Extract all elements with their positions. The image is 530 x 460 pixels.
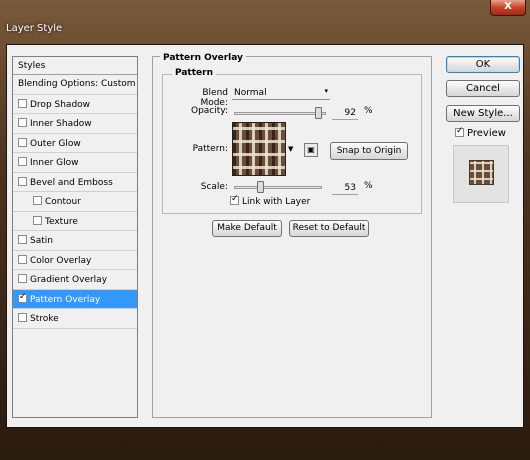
close-button[interactable]: X — [490, 0, 526, 16]
snap-to-origin-button[interactable]: Snap to Origin — [330, 142, 408, 160]
scale-input[interactable]: 53 — [332, 181, 358, 195]
title-bar[interactable]: Layer Style — [0, 18, 530, 40]
style-item-pattern-overlay[interactable]: Pattern Overlay — [13, 289, 137, 309]
styles-list: Styles Blending Options: Custom Drop Sha… — [12, 56, 138, 418]
opacity-input[interactable]: 92 — [332, 106, 358, 120]
style-checkbox[interactable] — [18, 157, 27, 166]
style-checkbox[interactable] — [18, 176, 27, 186]
ok-button[interactable]: OK — [446, 56, 520, 73]
style-checkbox[interactable] — [18, 254, 27, 264]
blending-options-item[interactable]: Blending Options: Custom — [13, 75, 137, 95]
preview-option[interactable]: Preview — [455, 126, 506, 139]
blend-mode-label: Blend Mode: — [200, 88, 228, 108]
style-checkbox[interactable] — [18, 98, 27, 108]
link-with-layer-checkbox[interactable] — [230, 194, 239, 205]
style-item-label: Stroke — [30, 314, 59, 324]
preview-checkbox[interactable] — [455, 126, 464, 137]
window-title: Layer Style — [6, 23, 63, 34]
pattern-swatch[interactable] — [232, 122, 286, 176]
style-item-inner-shadow[interactable]: Inner Shadow — [13, 114, 137, 134]
cancel-button[interactable]: Cancel — [446, 80, 520, 97]
style-item-label: Gradient Overlay — [30, 275, 108, 285]
style-item-label: Contour — [45, 197, 81, 207]
style-checkbox[interactable] — [33, 215, 42, 225]
pattern-overlay-title: Pattern Overlay — [160, 53, 246, 63]
style-checkbox[interactable] — [18, 137, 27, 147]
style-item-label: Texture — [45, 216, 78, 227]
style-item-label: Bevel and Emboss — [30, 177, 113, 188]
blend-mode-select[interactable]: Normal ▾ — [232, 86, 330, 100]
style-item-gradient-overlay[interactable]: Gradient Overlay — [13, 270, 137, 290]
style-item-label: Inner Shadow — [30, 119, 92, 129]
style-item-label: Color Overlay — [30, 255, 92, 266]
style-checkbox[interactable] — [18, 292, 27, 303]
preview-label: Preview — [467, 128, 506, 139]
preview-sample — [469, 160, 494, 185]
opacity-unit: % — [364, 106, 373, 116]
new-preset-icon[interactable]: ▣ — [304, 143, 318, 157]
style-item-outer-glow[interactable]: Outer Glow — [13, 134, 137, 153]
style-item-stroke[interactable]: Stroke — [13, 309, 137, 329]
style-checkbox[interactable] — [33, 196, 42, 205]
scale-label: Scale: — [200, 182, 228, 192]
styles-header[interactable]: Styles — [13, 57, 137, 75]
opacity-label: Opacity: — [191, 106, 228, 116]
opacity-slider-thumb[interactable] — [314, 107, 322, 119]
make-default-button[interactable]: Make Default — [212, 220, 282, 237]
style-checkbox[interactable] — [18, 235, 27, 244]
style-item-color-overlay[interactable]: Color Overlay — [13, 251, 137, 270]
style-item-label: Satin — [30, 236, 53, 246]
style-checkbox[interactable] — [18, 274, 27, 283]
scale-unit: % — [364, 181, 373, 191]
link-with-layer-label: Link with Layer — [242, 197, 311, 207]
reset-to-default-button[interactable]: Reset to Default — [289, 220, 369, 237]
style-item-texture[interactable]: Texture — [13, 212, 137, 231]
pattern-subgroup-title: Pattern — [172, 68, 216, 78]
pattern-label: Pattern: — [192, 144, 228, 154]
style-item-drop-shadow[interactable]: Drop Shadow — [13, 95, 137, 114]
style-item-label: Inner Glow — [30, 158, 79, 168]
chevron-down-icon: ▾ — [324, 87, 328, 95]
link-with-layer-option[interactable]: Link with Layer — [230, 194, 311, 207]
style-item-label: Outer Glow — [30, 138, 81, 149]
style-item-inner-glow[interactable]: Inner Glow — [13, 153, 137, 173]
style-item-bevel-and-emboss[interactable]: Bevel and Emboss — [13, 173, 137, 192]
blend-mode-value: Normal — [234, 88, 267, 98]
style-item-contour[interactable]: Contour — [13, 192, 137, 212]
pattern-picker-arrow-icon[interactable]: ▼ — [288, 145, 293, 153]
opacity-slider-track[interactable] — [234, 112, 326, 115]
scale-slider-thumb[interactable] — [256, 181, 264, 193]
scale-slider-track[interactable] — [234, 186, 322, 189]
style-item-label: Drop Shadow — [30, 99, 91, 110]
style-checkbox[interactable] — [18, 313, 27, 322]
style-item-label: Pattern Overlay — [30, 294, 101, 305]
style-item-satin[interactable]: Satin — [13, 231, 137, 251]
style-checkbox[interactable] — [18, 118, 27, 127]
new-style-button[interactable]: New Style... — [446, 105, 520, 122]
